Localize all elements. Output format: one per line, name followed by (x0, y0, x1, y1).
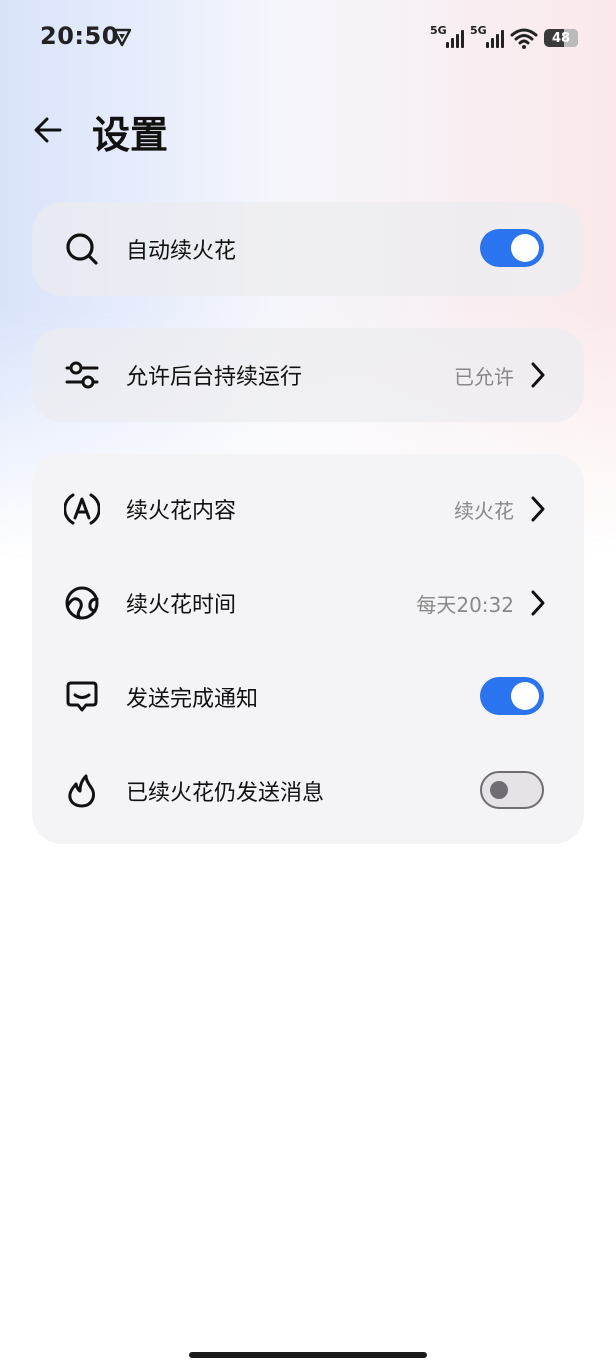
battery-icon: 48 (544, 29, 578, 47)
signal-icon: 5G (430, 24, 464, 50)
chevron-right-icon (531, 362, 545, 388)
notify-done-toggle[interactable] (480, 677, 544, 715)
background-run-row[interactable]: 允许后台持续运行 已允许 (32, 328, 584, 422)
network-type-label: 5G (470, 24, 487, 37)
fire-content-row[interactable]: 续火花内容 续火花 (32, 462, 584, 556)
status-bar: 20:50 5G 5G 48 (0, 0, 616, 74)
header: 设置 (0, 98, 616, 168)
back-button[interactable] (30, 112, 66, 148)
fire-time-row[interactable]: 续火花时间 每天20:32 (32, 556, 584, 650)
battery-level: 48 (551, 30, 571, 46)
notify-done-row[interactable]: 发送完成通知 (32, 650, 584, 744)
send-when-done-row[interactable]: 已续火花仍发送消息 (32, 744, 584, 838)
status-time: 20:50 (40, 22, 119, 50)
network-type-label: 5G (430, 24, 447, 37)
send-when-done-toggle[interactable] (480, 771, 544, 809)
fire-settings-card: 续火花内容 续火花 续火花时间 每天20:32 发送完成通知 已续火花仍发送消息 (32, 454, 584, 844)
globe-icon (64, 585, 100, 621)
fire-time-label: 续火花时间 (126, 593, 237, 618)
message-icon (64, 679, 100, 715)
auto-fire-toggle[interactable] (480, 229, 544, 267)
auto-fire-row[interactable]: 自动续火花 (32, 202, 584, 296)
background-run-value: 已允许 (454, 364, 514, 389)
notify-done-label: 发送完成通知 (126, 687, 259, 712)
wifi-icon (510, 28, 538, 49)
a-circle-icon (64, 491, 100, 527)
auto-fire-card: 自动续火花 (32, 202, 584, 296)
send-when-done-label: 已续火花仍发送消息 (126, 781, 325, 806)
back-arrow-icon (34, 117, 62, 143)
home-indicator[interactable] (189, 1352, 427, 1358)
flame-icon (64, 773, 100, 809)
fire-time-value: 每天20:32 (416, 592, 514, 617)
search-icon (64, 231, 100, 267)
fire-content-label: 续火花内容 (126, 499, 237, 524)
fire-content-value: 续火花 (454, 498, 514, 523)
status-icons: 5G 5G 48 (430, 22, 578, 50)
page-title: 设置 (92, 113, 169, 157)
chevron-right-icon (531, 590, 545, 616)
background-run-card: 允许后台持续运行 已允许 (32, 328, 584, 422)
chevron-right-icon (531, 496, 545, 522)
background-run-label: 允许后台持续运行 (126, 365, 303, 390)
auto-fire-label: 自动续火花 (126, 239, 237, 264)
sliders-icon (64, 357, 100, 393)
vpn-shield-icon (112, 28, 132, 47)
signal-icon: 5G (470, 24, 504, 50)
